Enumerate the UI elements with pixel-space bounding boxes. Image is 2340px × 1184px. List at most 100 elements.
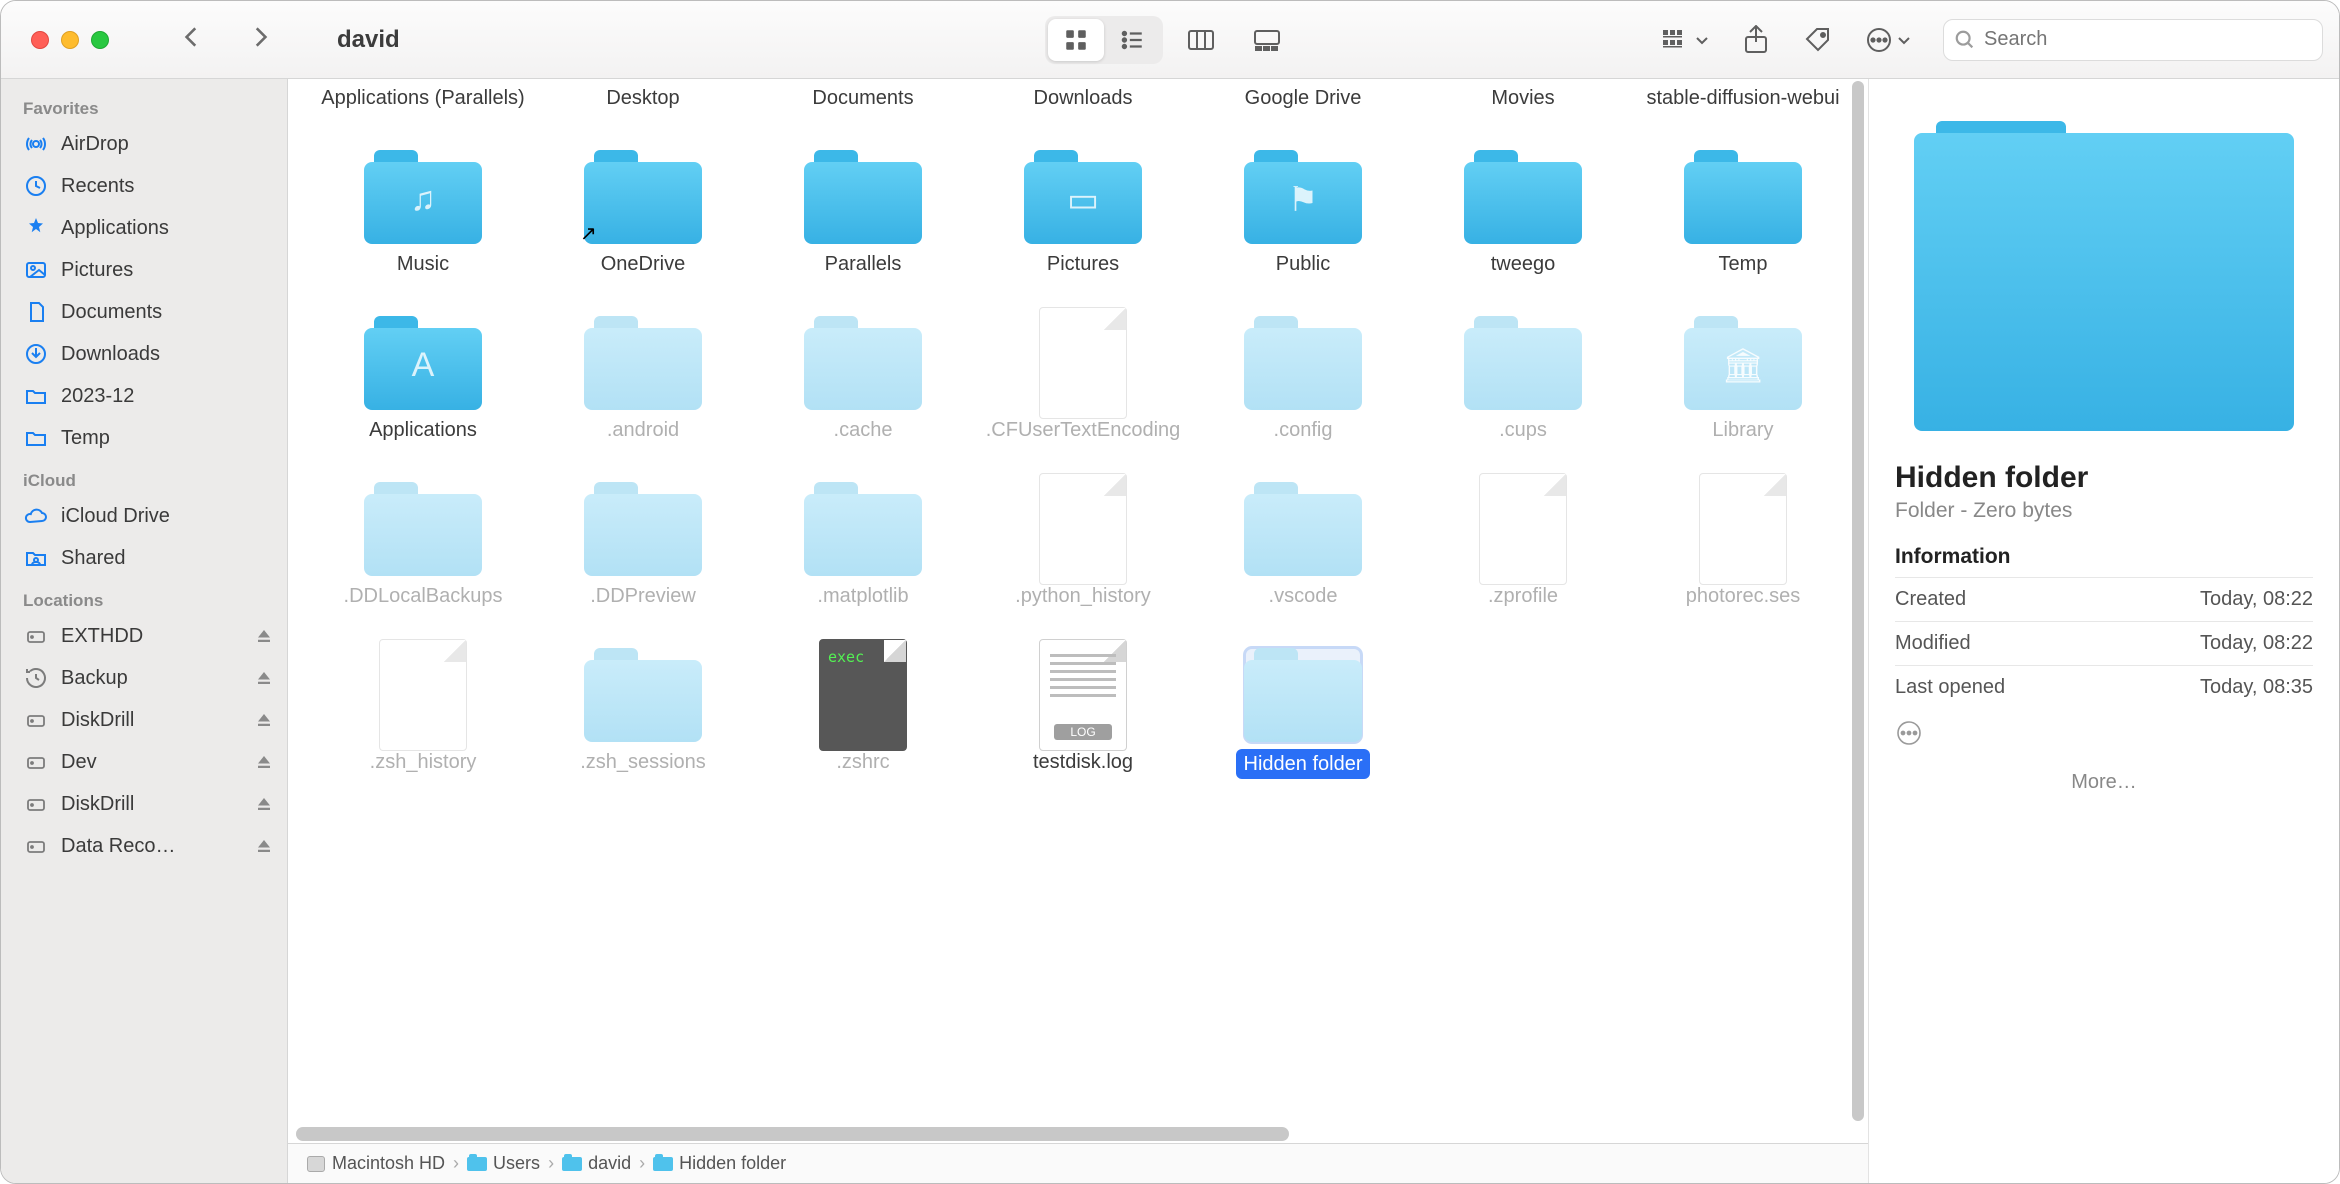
grid-item[interactable]: .zsh_history — [318, 641, 528, 779]
grid-item-label: .zprofile — [1488, 583, 1558, 609]
search-input[interactable] — [1984, 28, 2312, 51]
grid-item-label: stable-diffusion-webui — [1646, 85, 1839, 111]
grid-item[interactable]: AApplications — [318, 309, 528, 443]
search-field[interactable] — [1943, 19, 2323, 61]
sidebar-item[interactable]: Temp — [9, 417, 287, 459]
grid-item[interactable]: .android — [538, 309, 748, 443]
item-icon — [364, 481, 482, 577]
preview-section-header: Information — [1895, 545, 2313, 569]
grid-item-label: .zsh_history — [370, 749, 477, 775]
more-button[interactable]: More… — [1895, 771, 2313, 794]
grid-item-label-only[interactable]: Documents — [758, 79, 968, 111]
file-grid[interactable]: Applications (Parallels) Desktop Documents… — [288, 79, 1868, 1143]
item-icon — [1684, 149, 1802, 245]
sidebar-item[interactable]: Applications — [9, 207, 287, 249]
gallery-view-button[interactable] — [1239, 19, 1295, 61]
sidebar-item[interactable]: Backup — [9, 657, 287, 699]
grid-item[interactable]: .cache — [758, 309, 968, 443]
item-icon — [1464, 481, 1582, 577]
sidebar-item[interactable]: Data Reco… — [9, 825, 287, 867]
sidebar-item[interactable]: DiskDrill — [9, 699, 287, 741]
sidebar-item[interactable]: AirDrop — [9, 123, 287, 165]
grid-item-label-only[interactable]: Applications (Parallels) — [318, 79, 528, 111]
sidebar-item[interactable]: Dev — [9, 741, 287, 783]
grid-item-label: Documents — [812, 85, 913, 111]
close-window-button[interactable] — [31, 31, 49, 49]
grid-item[interactable]: photorec.ses — [1638, 475, 1848, 609]
minimize-window-button[interactable] — [61, 31, 79, 49]
action-menu-button[interactable] — [1865, 26, 1911, 54]
tags-button[interactable] — [1803, 25, 1833, 55]
grid-item[interactable]: LOGtestdisk.log — [978, 641, 1188, 779]
sidebar-section-header: iCloud — [9, 459, 287, 495]
grid-item-label-only[interactable]: Movies — [1418, 79, 1628, 111]
sidebar-item[interactable]: Documents — [9, 291, 287, 333]
forward-button[interactable] — [247, 24, 279, 56]
path-segment[interactable]: Users — [467, 1153, 540, 1174]
eject-icon[interactable] — [255, 711, 273, 729]
grid-item-label-only[interactable]: Desktop — [538, 79, 748, 111]
column-view-button[interactable] — [1173, 19, 1229, 61]
grid-item-label: Applications (Parallels) — [321, 85, 524, 111]
back-button[interactable] — [179, 24, 211, 56]
share-button[interactable] — [1741, 25, 1771, 55]
grid-item[interactable]: .config — [1198, 309, 1408, 443]
eject-icon[interactable] — [255, 837, 273, 855]
fullscreen-window-button[interactable] — [91, 31, 109, 49]
grid-item[interactable]: .zprofile — [1418, 475, 1628, 609]
preview-pane: Hidden folder Folder - Zero bytes Inform… — [1869, 79, 2339, 1183]
grid-item[interactable]: ⚑Public — [1198, 143, 1408, 277]
grid-item[interactable]: Temp — [1638, 143, 1848, 277]
grid-item[interactable]: tweego — [1418, 143, 1628, 277]
grid-item[interactable]: 🏛Library — [1638, 309, 1848, 443]
info-value: Today, 08:35 — [2200, 676, 2313, 699]
icon-view-button[interactable] — [1048, 19, 1104, 61]
group-by-button[interactable] — [1661, 25, 1709, 55]
sidebar-section-header: Favorites — [9, 87, 287, 123]
eject-icon[interactable] — [255, 795, 273, 813]
grid-item[interactable]: .DDLocalBackups — [318, 475, 528, 609]
grid-item[interactable]: ▭Pictures — [978, 143, 1188, 277]
grid-item[interactable]: .zsh_sessions — [538, 641, 748, 779]
chevron-down-icon — [1695, 33, 1709, 47]
eject-icon[interactable] — [255, 669, 273, 687]
grid-item-label-only[interactable]: Google Drive — [1198, 79, 1408, 111]
sidebar-item[interactable]: Downloads — [9, 333, 287, 375]
list-view-button[interactable] — [1104, 19, 1160, 61]
grid-item[interactable]: ↗OneDrive — [538, 143, 748, 277]
eject-icon[interactable] — [255, 753, 273, 771]
more-options-icon[interactable] — [1895, 719, 2313, 747]
grid-item[interactable]: Parallels — [758, 143, 968, 277]
sidebar-item[interactable]: iCloud Drive — [9, 495, 287, 537]
path-label: Macintosh HD — [332, 1153, 445, 1174]
grid-item-label-only[interactable]: stable-diffusion-webui — [1638, 79, 1848, 111]
path-bar: Macintosh HD›Users›david›Hidden folder — [288, 1143, 1868, 1183]
grid-item[interactable]: ♫Music — [318, 143, 528, 277]
sidebar-item[interactable]: DiskDrill — [9, 783, 287, 825]
sidebar-item[interactable]: 2023-12 — [9, 375, 287, 417]
path-segment[interactable]: david — [562, 1153, 631, 1174]
info-key: Last opened — [1895, 676, 2005, 699]
horizontal-scrollbar[interactable] — [290, 1125, 1866, 1143]
grid-item[interactable]: Hidden folder — [1198, 641, 1408, 779]
path-segment[interactable]: Macintosh HD — [306, 1153, 445, 1174]
grid-item[interactable]: .cups — [1418, 309, 1628, 443]
path-segment[interactable]: Hidden folder — [653, 1153, 786, 1174]
grid-item[interactable]: .vscode — [1198, 475, 1408, 609]
eject-icon[interactable] — [255, 627, 273, 645]
preview-title: Hidden folder — [1895, 461, 2313, 495]
doc-icon — [23, 299, 49, 325]
grid-item[interactable]: .DDPreview — [538, 475, 748, 609]
vertical-scrollbar[interactable] — [1850, 81, 1866, 1121]
grid-item[interactable]: .matplotlib — [758, 475, 968, 609]
item-icon: 🏛 — [1684, 315, 1802, 411]
sidebar-item[interactable]: Recents — [9, 165, 287, 207]
grid-item[interactable]: exec.zshrc — [758, 641, 968, 779]
grid-item-label: .cups — [1499, 417, 1547, 443]
sidebar-item[interactable]: Shared — [9, 537, 287, 579]
sidebar-item[interactable]: Pictures — [9, 249, 287, 291]
grid-item[interactable]: .CFUserTextEncoding — [978, 309, 1188, 443]
sidebar-item[interactable]: EXTHDD — [9, 615, 287, 657]
grid-item-label-only[interactable]: Downloads — [978, 79, 1188, 111]
grid-item[interactable]: .python_history — [978, 475, 1188, 609]
